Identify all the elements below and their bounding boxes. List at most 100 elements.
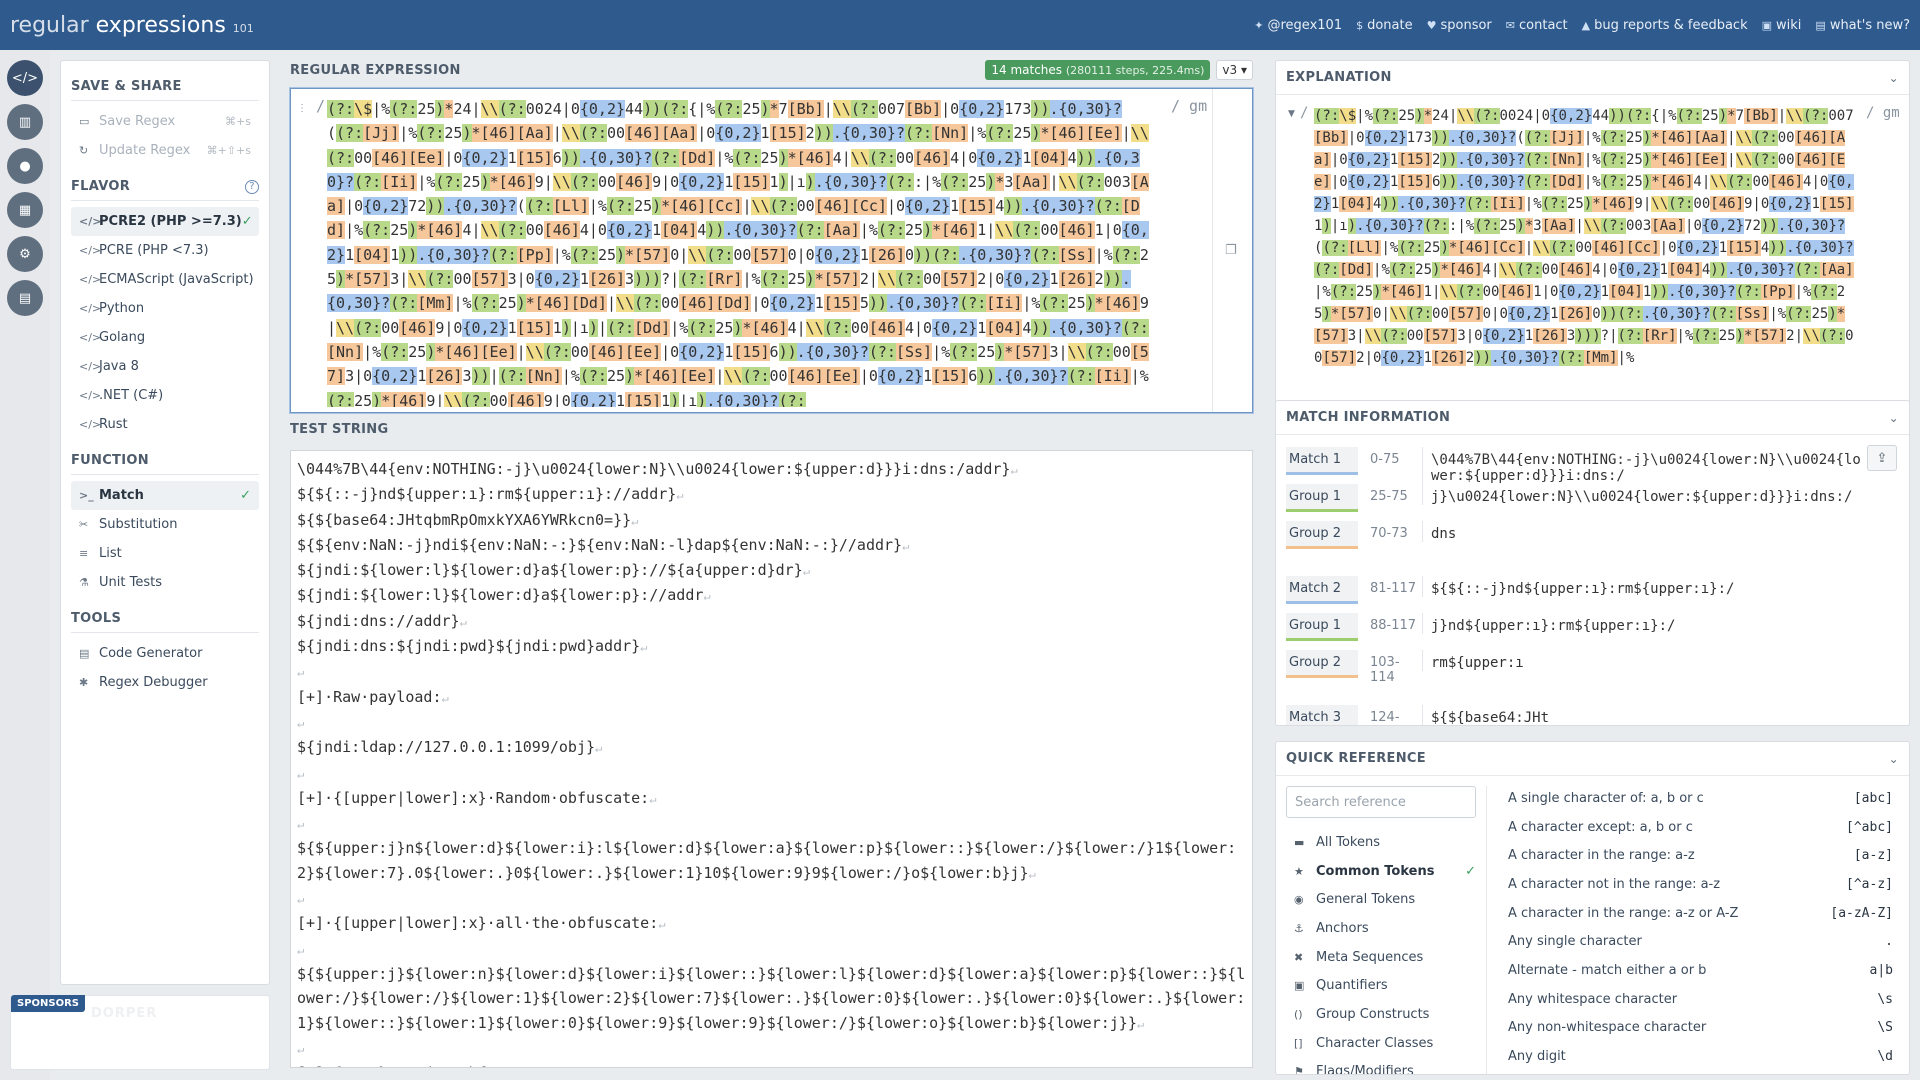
chevron-down-icon[interactable]: ⌄ — [1889, 411, 1899, 425]
chevron-down-icon[interactable]: ⌄ — [1889, 752, 1899, 766]
newline-icon: ↵ — [1010, 463, 1018, 477]
reference-item[interactable]: A character except: a, b or c [^abc] — [1496, 813, 1901, 842]
reference-category-character-classes[interactable]: [] Character Classes — [1286, 1029, 1476, 1058]
logo-part1: regular — [10, 12, 89, 38]
match-info-row[interactable]: Group 1 88-117 j}nd${upper:ı}:rm${upper:ı}… — [1286, 613, 1899, 650]
quick-reference-header[interactable]: QUICK REFERENCE ⌄ — [1276, 742, 1909, 776]
match-info-row[interactable]: Group 1 25-75 j}\u0024{lower:N}\\u0024{low… — [1286, 484, 1899, 521]
quick-reference-title: QUICK REFERENCE — [1286, 751, 1426, 766]
function-item-list[interactable]: ≡ List — [71, 539, 259, 568]
flavor-item-python[interactable]: </> Python — [71, 294, 259, 323]
reference-search-input[interactable] — [1286, 786, 1476, 818]
delimiter-open-label: / — [316, 97, 326, 115]
flavor-heading: FLAVOR ? — [71, 179, 259, 201]
reference-item-description: A character in the range: a-z — [1508, 848, 1695, 864]
match-info-row[interactable]: Group 2 103-114 rm${upper:ı — [1286, 650, 1899, 687]
flavor-item-pcre2-php-7-3-[interactable]: </> PCRE2 (PHP >=7.3) ✓ — [71, 207, 259, 236]
explanation-header[interactable]: EXPLANATION ⌄ — [1276, 61, 1909, 95]
header-link-wiki[interactable]: ▣ wiki — [1762, 18, 1802, 33]
test-string-editor[interactable]: \044%7B\44{env:NOTHING:-j}\u0024{lower:N… — [290, 450, 1253, 1068]
update-regex-button[interactable]: ↻ Update Regex ⌘+⇧+s — [71, 136, 259, 165]
side-item-label: Python — [99, 301, 145, 316]
reference-item[interactable]: A character in the range: a-z [a-z] — [1496, 841, 1901, 870]
flavor-item-pcre-php-7-3-[interactable]: </> PCRE (PHP <7.3) — [71, 236, 259, 265]
library-icon[interactable]: ▦ — [7, 192, 43, 228]
save-regex-button[interactable]: ▭ Save Regex ⌘+s — [71, 107, 259, 136]
save-share-heading: SAVE & SHARE — [71, 79, 259, 101]
header-link-bug-reports-feedback[interactable]: ▲ bug reports & feedback — [1582, 18, 1748, 33]
header-link-what-s-new-[interactable]: ▤ what's new? — [1815, 18, 1910, 33]
reference-category-flags-modifiers[interactable]: ⚑ Flags/Modifiers — [1286, 1058, 1476, 1074]
test-string-line: ${${upper:j}n${lower:d}${lower:i}:l${low… — [297, 836, 1246, 886]
test-string-line-text: [+]·{::-n}·random·obfuscate: — [297, 1064, 550, 1067]
logo[interactable]: regular expressions 101 — [10, 13, 254, 38]
reference-category-quantifiers[interactable]: ▣ Quantifiers — [1286, 971, 1476, 1000]
test-string-line: [+]·{[upper|lower]:x}·Random·obfuscate:↵ — [297, 786, 1246, 811]
flavor-item--net-c-[interactable]: </> .NET (C#) — [71, 381, 259, 410]
flavor-item-rust[interactable]: </> Rust — [71, 410, 259, 439]
check-icon: ✓ — [241, 214, 253, 229]
test-string-line: ↵ — [297, 811, 1246, 836]
help-icon[interactable]: ? — [245, 179, 259, 194]
tools-item-code-generator[interactable]: ▤ Code Generator — [71, 639, 259, 668]
reference-item[interactable]: A character in the range: a-z or A-Z [a-z… — [1496, 899, 1901, 928]
reference-item[interactable]: Alternate - match either a or b a|b — [1496, 956, 1901, 985]
collapse-triangle-icon[interactable]: ▼ — [1288, 109, 1295, 119]
newline-icon: ↵ — [640, 640, 648, 655]
newline-icon: ↵ — [902, 538, 910, 553]
header-link-contact[interactable]: ✉ contact — [1506, 18, 1568, 33]
test-string-line: ↵ — [297, 1036, 1246, 1061]
match-info-row[interactable]: Group 2 70-73 dns — [1286, 521, 1899, 558]
function-item-substitution[interactable]: ✂ Substitution — [71, 510, 259, 539]
reference-item[interactable]: A single character of: a, b or c [abc] — [1496, 784, 1901, 813]
function-item-match[interactable]: >_ Match ✓ — [71, 481, 259, 510]
reference-item[interactable]: Any non-whitespace character \S — [1496, 1014, 1901, 1043]
explanation-body: ▼ / (?:\$|%(?:25)*24|\\(?:0024|0{0,2}44)… — [1276, 95, 1909, 405]
regex-delimiter-open: ⋮ / — [297, 97, 325, 115]
stats-icon[interactable]: ▥ — [7, 104, 43, 140]
match-info-row[interactable]: Match 3 124-138 ${${base64:JHt — [1286, 705, 1899, 725]
test-string-line-text: ${${upper:j}${lower:n}${lower:d}${lower:… — [297, 964, 1246, 1032]
chat-icon[interactable]: ▤ — [7, 280, 43, 316]
flavor-item-ecmascript-javascript-[interactable]: </> ECMAScript (JavaScript) — [71, 265, 259, 294]
regex-input[interactable]: (?:\$|%(?:25)*24|\\(?:0024|0{0,2}44))(?:… — [327, 97, 1157, 407]
match-info-row[interactable]: Match 1 0-75 \044%7B\44{env:NOTHING:-j}\u0… — [1286, 447, 1899, 484]
reference-item-description: Alternate - match either a or b — [1508, 962, 1707, 978]
reference-category-all-tokens[interactable]: ▬ All Tokens — [1286, 828, 1476, 857]
version-dropdown[interactable]: v3 ▾ — [1216, 60, 1253, 80]
tools-item-regex-debugger[interactable]: ✱ Regex Debugger — [71, 668, 259, 697]
reference-item[interactable]: A character not in the range: a-z [^a-z] — [1496, 870, 1901, 899]
match-range: 103-114 — [1370, 655, 1400, 685]
settings-icon[interactable]: ⚙ — [7, 236, 43, 272]
header-link--regex101[interactable]: ✦ @regex101 — [1254, 18, 1342, 33]
export-icon[interactable]: ⇪ — [1867, 445, 1897, 471]
reference-category-general-tokens[interactable]: ◉ General Tokens — [1286, 885, 1476, 914]
reference-item[interactable]: Any single character. — [1496, 927, 1901, 956]
reference-category-common-tokens[interactable]: ★ Common Tokens ✓ — [1286, 857, 1476, 886]
match-info-header[interactable]: MATCH INFORMATION ⌄ — [1276, 401, 1909, 435]
regex-flags[interactable]: / gm — [1171, 97, 1207, 115]
copy-icon[interactable]: ❐ — [1225, 243, 1241, 259]
chevron-down-icon[interactable]: ⌄ — [1889, 71, 1899, 85]
sponsors-box[interactable]: SPONSORS DORPER — [10, 995, 270, 1070]
header-link-donate[interactable]: $ donate — [1356, 18, 1413, 33]
regex-editor-icon[interactable]: </> — [7, 60, 43, 96]
newline-icon: ↵ — [297, 715, 305, 730]
flavor-item-golang[interactable]: </> Golang — [71, 323, 259, 352]
drag-handle-icon[interactable]: ⋮ — [297, 103, 307, 114]
header-link-sponsor[interactable]: ♥ sponsor — [1427, 18, 1492, 33]
reference-category-meta-sequences[interactable]: ✖ Meta Sequences — [1286, 943, 1476, 972]
user-icon[interactable]: ● — [7, 148, 43, 184]
reference-category-label: All Tokens — [1316, 834, 1381, 850]
match-info-row[interactable]: Match 2 81-117 ${${::-j}nd${upper:ı}:rm${u… — [1286, 576, 1899, 613]
reference-item-description: A character except: a, b or c — [1508, 819, 1693, 835]
reference-category-group-constructs[interactable]: () Group Constructs — [1286, 1000, 1476, 1029]
function-item-unit-tests[interactable]: ⚗ Unit Tests — [71, 568, 259, 597]
reference-category-anchors[interactable]: ⚓ Anchors — [1286, 914, 1476, 943]
flavor-item-java-8[interactable]: </> Java 8 — [71, 352, 259, 381]
test-string-input[interactable]: \044%7B\44{env:NOTHING:-j}\u0024{lower:N… — [291, 451, 1252, 1067]
regex-editor[interactable]: ⋮ / (?:\$|%(?:25)*24|\\(?:0024|0{0,2}44)… — [290, 88, 1253, 413]
reference-item[interactable]: Any whitespace character \s — [1496, 985, 1901, 1014]
code-icon: </> — [79, 418, 102, 431]
reference-item[interactable]: Any digit \d — [1496, 1042, 1901, 1071]
